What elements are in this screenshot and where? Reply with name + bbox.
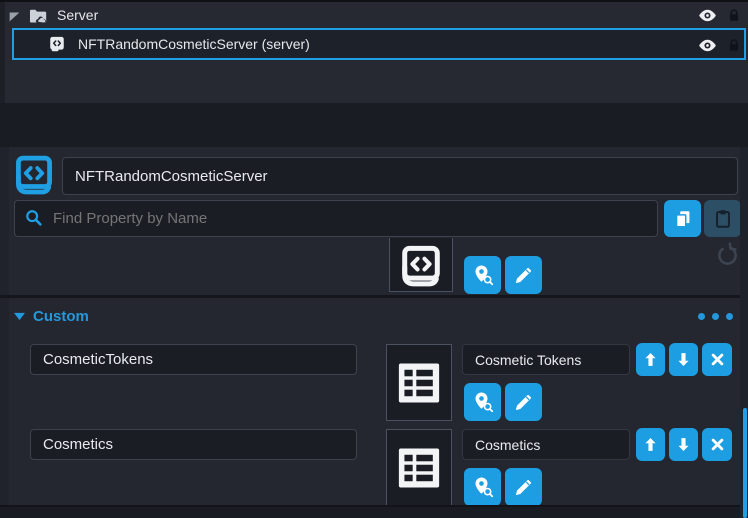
pencil-icon (512, 476, 535, 499)
move-property-up-button[interactable] (636, 428, 665, 461)
reset-property-button[interactable] (713, 242, 740, 269)
move-property-up-button[interactable] (636, 343, 665, 376)
find-references-button[interactable] (464, 256, 501, 294)
edit-asset-button[interactable] (505, 468, 542, 506)
hierarchy-row-server[interactable]: Server (0, 4, 748, 28)
property-search-input[interactable] (14, 200, 658, 237)
pin-search-icon (471, 263, 495, 287)
copy-properties-button[interactable] (664, 200, 701, 237)
object-name-row (9, 147, 740, 198)
close-x-icon (708, 350, 727, 369)
hierarchy-row-label: Server (57, 7, 98, 23)
scrollbar-thumb[interactable] (743, 408, 747, 518)
arrow-up-icon (641, 435, 660, 454)
pencil-icon (512, 264, 535, 287)
custom-section-label: Custom (33, 308, 89, 325)
arrow-up-icon (641, 350, 660, 369)
table-asset-thumbnail[interactable] (386, 429, 452, 506)
custom-section-menu-icon[interactable] (698, 313, 733, 320)
visibility-eye-icon[interactable] (697, 7, 718, 24)
custom-section-collapse-icon[interactable] (13, 311, 26, 322)
delete-property-button[interactable] (702, 428, 732, 461)
delete-property-button[interactable] (702, 343, 732, 376)
table-asset-thumbnail[interactable] (386, 344, 452, 421)
properties-gutter (0, 147, 9, 518)
property-search-row (9, 198, 740, 238)
data-table-icon (396, 445, 442, 491)
custom-property-name-input[interactable] (30, 344, 357, 375)
object-name-input[interactable] (62, 157, 738, 195)
custom-property-display-name: Cosmetic Tokens (462, 344, 630, 375)
panel-bottom-edge (0, 505, 748, 518)
move-property-down-button[interactable] (669, 428, 698, 461)
hierarchy-row-selected-script[interactable]: NFTRandomCosmeticServer (server) (12, 28, 746, 60)
find-references-button[interactable] (464, 468, 501, 506)
expand-triangle-icon[interactable] (8, 10, 21, 23)
edit-script-button[interactable] (505, 256, 542, 294)
move-property-down-button[interactable] (669, 343, 698, 376)
reset-arrow-icon (713, 242, 740, 269)
custom-property-display-name: Cosmetics (462, 429, 630, 460)
editor-window: Server (0, 0, 748, 518)
pencil-icon (512, 391, 535, 414)
close-x-icon (708, 435, 727, 454)
script-scroll-icon-blue (12, 153, 56, 197)
pin-search-icon (471, 475, 495, 499)
arrow-down-icon (674, 350, 693, 369)
pin-search-icon (471, 390, 495, 414)
find-references-button[interactable] (464, 383, 501, 421)
copy-icon (672, 208, 694, 230)
server-folder-icon (28, 7, 48, 25)
custom-property-name-input[interactable] (30, 429, 357, 460)
script-scroll-icon (398, 243, 444, 289)
hierarchy-panel: Server (0, 0, 748, 103)
visibility-eye-icon[interactable] (697, 37, 718, 54)
data-table-icon (396, 360, 442, 406)
search-icon (24, 208, 44, 228)
lock-icon[interactable] (726, 37, 742, 54)
hierarchy-row-label: NFTRandomCosmeticServer (server) (78, 36, 310, 52)
arrow-down-icon (674, 435, 693, 454)
lock-icon[interactable] (726, 7, 742, 24)
script-icon (48, 35, 66, 53)
edit-asset-button[interactable] (505, 383, 542, 421)
paste-properties-button[interactable] (704, 200, 741, 237)
tab-bar: Properties (0, 103, 748, 147)
clipboard-icon (712, 208, 734, 230)
section-divider (0, 295, 748, 298)
